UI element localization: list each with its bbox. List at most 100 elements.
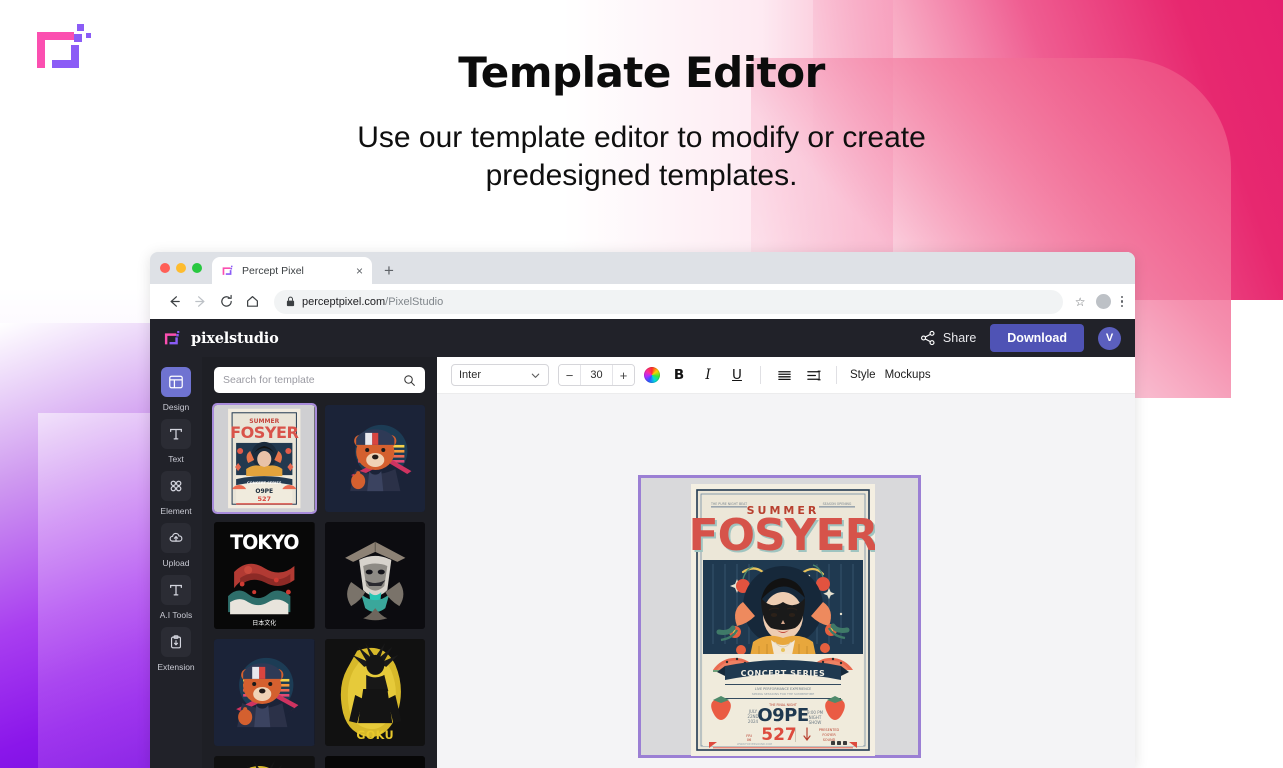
forward-icon[interactable] — [188, 290, 212, 314]
bold-button[interactable]: B — [669, 365, 689, 385]
back-icon[interactable] — [162, 290, 186, 314]
svg-text:527: 527 — [257, 495, 271, 503]
browser-window: Percept Pixel × + perceptpixel.com/Pixel… — [150, 252, 1135, 768]
sidebar-label-element: Element — [160, 506, 191, 516]
template-caption: GOKU — [356, 729, 394, 742]
text-icon — [161, 419, 191, 449]
maximize-window-button[interactable] — [192, 263, 202, 273]
sidebar-label-ai-tools: A.I Tools — [160, 610, 192, 620]
app-header-actions: Share Download V — [920, 324, 1121, 352]
svg-text:O9PE: O9PE — [255, 488, 273, 495]
line-height-icon[interactable] — [803, 365, 823, 385]
upload-cloud-icon — [161, 523, 191, 553]
search-template-box[interactable] — [214, 367, 425, 393]
pixelstudio-app: pixelstudio Share Download V — [150, 319, 1135, 768]
sidebar-label-extension: Extension — [157, 662, 194, 672]
svg-text:TOKYO: TOKYO — [337, 764, 413, 768]
ai-text-icon — [161, 575, 191, 605]
tab-title: Percept Pixel — [242, 265, 349, 277]
close-tab-button[interactable]: × — [356, 265, 363, 277]
toolbar-divider-2 — [836, 366, 837, 384]
decrease-font-size-button[interactable]: − — [559, 365, 580, 385]
style-button[interactable]: Style — [850, 369, 876, 381]
template-card[interactable]: SUMMER FOSYER — [214, 405, 315, 512]
template-card[interactable] — [214, 639, 315, 746]
home-icon[interactable] — [240, 290, 264, 314]
svg-text:2024: 2024 — [748, 719, 759, 724]
sidebar-item-element[interactable]: Element — [154, 471, 198, 516]
download-button[interactable]: Download — [990, 324, 1084, 352]
app-body: Design Text Element — [150, 357, 1135, 768]
search-input[interactable] — [223, 374, 397, 386]
font-size-value: 30 — [580, 365, 613, 385]
svg-text:FOSYER: FOSYER — [230, 423, 299, 442]
clipboard-icon — [161, 627, 191, 657]
sidebar-item-ai-tools[interactable]: A.I Tools — [154, 575, 198, 620]
editor-toolbar: Inter − 30 + B I U — [437, 357, 1135, 394]
increase-font-size-button[interactable]: + — [613, 365, 634, 385]
svg-text:CONCERT SERIES: CONCERT SERIES — [247, 481, 282, 485]
color-picker-icon[interactable] — [644, 367, 660, 383]
svg-text:CONCERT SERIES: CONCERT SERIES — [741, 669, 826, 678]
close-window-button[interactable] — [160, 263, 170, 273]
svg-text:LIVE PERFORMANCE EXPERIENCE: LIVE PERFORMANCE EXPERIENCE — [755, 687, 812, 691]
font-size-stepper[interactable]: − 30 + — [558, 364, 635, 386]
template-caption: 日本文化 — [252, 619, 276, 627]
app-logo-icon — [164, 329, 183, 347]
template-card[interactable] — [214, 756, 315, 768]
align-justify-icon[interactable] — [774, 365, 794, 385]
svg-text:WWW.FOSYERSOUND.COM: WWW.FOSYERSOUND.COM — [737, 742, 772, 746]
svg-text:FOSYER: FOSYER — [822, 733, 836, 737]
template-grid: SUMMER FOSYER — [214, 405, 425, 768]
sidebar-label-text: Text — [168, 454, 184, 464]
app-brand-name: pixelstudio — [191, 330, 279, 347]
svg-text:PRESENTED: PRESENTED — [819, 728, 840, 732]
svg-text:SHOW: SHOW — [809, 720, 822, 725]
share-label: Share — [943, 331, 976, 345]
canvas-stage[interactable]: THE PURE NIGHT BEAT SEASON OPENING SUMME… — [437, 394, 1135, 768]
page-title: Template Editor — [0, 48, 1283, 97]
browser-toolbar: perceptpixel.com/PixelStudio ☆ — [150, 284, 1135, 319]
svg-text:SEASON OPENING: SEASON OPENING — [823, 502, 852, 506]
browser-menu-icon[interactable] — [1121, 296, 1124, 308]
sidebar-label-upload: Upload — [163, 558, 190, 568]
svg-text:O9PE: O9PE — [757, 705, 808, 726]
svg-text:THE PURE NIGHT BEAT: THE PURE NIGHT BEAT — [710, 502, 747, 506]
sidebar-label-design: Design — [163, 402, 189, 412]
share-icon — [920, 330, 936, 346]
sidebar-item-extension[interactable]: Extension — [154, 627, 198, 672]
sidebar-item-upload[interactable]: Upload — [154, 523, 198, 568]
svg-text:06: 06 — [747, 738, 752, 742]
italic-button[interactable]: I — [698, 365, 718, 385]
bookmark-icon[interactable]: ☆ — [1075, 295, 1086, 309]
template-panel: SUMMER FOSYER — [202, 357, 437, 768]
share-button[interactable]: Share — [920, 330, 976, 346]
browser-profile-avatar[interactable] — [1096, 294, 1111, 309]
template-card[interactable] — [325, 405, 426, 512]
underline-button[interactable]: U — [727, 365, 747, 385]
template-card[interactable] — [325, 522, 426, 629]
new-tab-button[interactable]: + — [372, 257, 406, 284]
browser-tab[interactable]: Percept Pixel × — [212, 257, 372, 284]
font-family-value: Inter — [459, 369, 481, 381]
poster-design[interactable]: THE PURE NIGHT BEAT SEASON OPENING SUMME… — [691, 484, 875, 756]
app-brand[interactable]: pixelstudio — [164, 329, 279, 347]
tool-rail: Design Text Element — [150, 357, 202, 768]
template-card[interactable]: TOKYO 日本文化 — [214, 522, 315, 629]
template-card[interactable]: TOKYO — [325, 756, 426, 768]
layout-icon — [161, 367, 191, 397]
sidebar-item-text[interactable]: Text — [154, 419, 198, 464]
reload-icon[interactable] — [214, 290, 238, 314]
template-card[interactable]: GOKU — [325, 639, 426, 746]
user-avatar[interactable]: V — [1098, 327, 1121, 350]
font-family-select[interactable]: Inter — [451, 364, 549, 386]
hero-section: Template Editor Use our template editor … — [0, 48, 1283, 196]
address-bar[interactable]: perceptpixel.com/PixelStudio — [274, 290, 1063, 314]
svg-text:FOSYER: FOSYER — [691, 510, 875, 561]
minimize-window-button[interactable] — [176, 263, 186, 273]
address-bar-url: perceptpixel.com/PixelStudio — [302, 296, 443, 308]
artboard-selection[interactable]: THE PURE NIGHT BEAT SEASON OPENING SUMME… — [638, 475, 921, 758]
browser-actions: ☆ — [1065, 294, 1123, 309]
sidebar-item-design[interactable]: Design — [154, 367, 198, 412]
mockups-button[interactable]: Mockups — [885, 369, 931, 381]
